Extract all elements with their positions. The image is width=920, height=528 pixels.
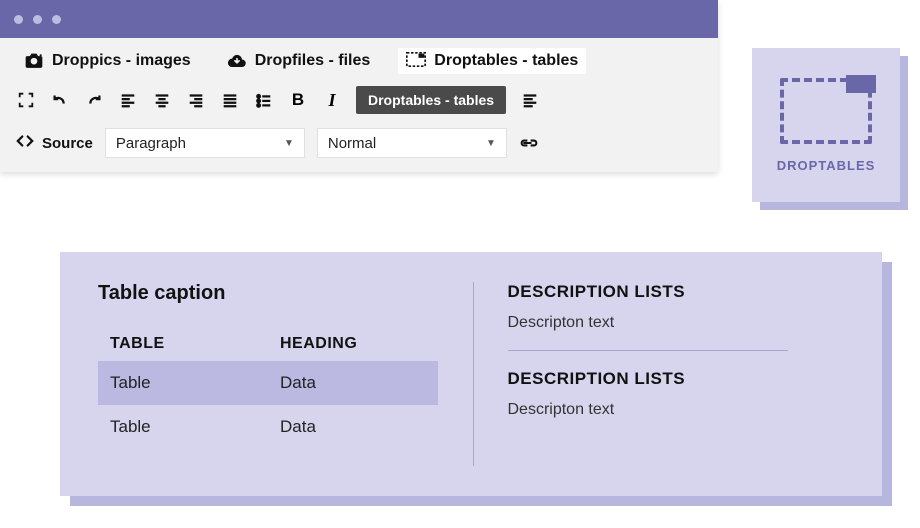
- table-caption: Table caption: [98, 282, 443, 305]
- table-header-cell: HEADING: [268, 327, 438, 361]
- font-weight-select[interactable]: Normal ▼: [317, 128, 507, 158]
- droptables-logo-icon: [780, 78, 872, 144]
- bullet-list-icon[interactable]: [254, 90, 274, 110]
- window-dot: [33, 15, 42, 24]
- align-justify-icon[interactable]: [220, 90, 240, 110]
- sidecard-label: DROPTABLES: [777, 158, 876, 173]
- cloud-download-icon: [227, 52, 247, 70]
- align-center-icon[interactable]: [152, 90, 172, 110]
- source-toggle[interactable]: Source: [16, 134, 93, 152]
- droptables-pill[interactable]: Droptables - tables: [356, 86, 506, 114]
- table-cell: Data: [268, 361, 438, 405]
- sidecard[interactable]: DROPTABLES: [752, 48, 900, 202]
- table-row: Table Data: [98, 361, 438, 405]
- droptables-icon: [406, 52, 426, 70]
- tab-label: Droppics - images: [52, 52, 191, 70]
- tab-label: Dropfiles - files: [255, 52, 371, 70]
- description-list-text: Descripton text: [508, 314, 853, 332]
- list-separator: [508, 350, 788, 351]
- tab-droppics[interactable]: Droppics - images: [16, 48, 199, 74]
- window-titlebar: [0, 0, 718, 38]
- plugin-tabs: Droppics - images Dropfiles - files Drop…: [0, 38, 718, 80]
- window-dot: [52, 15, 61, 24]
- align-right-icon[interactable]: [186, 90, 206, 110]
- table-head: TABLE HEADING: [98, 327, 438, 361]
- camera-icon: [24, 52, 44, 70]
- align-extra-icon[interactable]: [520, 90, 540, 110]
- tab-label: Droptables - tables: [434, 52, 578, 70]
- link-icon[interactable]: [519, 133, 539, 153]
- table-header-cell: TABLE: [98, 327, 268, 361]
- window-dot: [14, 15, 23, 24]
- select-value: Paragraph: [116, 135, 186, 152]
- editor-toolbar: B I Droptables - tables: [0, 80, 718, 120]
- italic-icon[interactable]: I: [322, 90, 342, 110]
- chevron-down-icon: ▼: [284, 138, 294, 149]
- panel-right: DESCRIPTION LISTS Descripton text DESCRI…: [474, 252, 883, 496]
- editor-second-row: Source Paragraph ▼ Normal ▼: [0, 120, 718, 172]
- editor-window: Droppics - images Dropfiles - files Drop…: [0, 0, 718, 172]
- description-list-title: DESCRIPTION LISTS: [508, 282, 853, 302]
- code-icon: [16, 134, 34, 152]
- source-label: Source: [42, 135, 93, 152]
- preview-panel: Table caption TABLE HEADING Table Data T…: [60, 252, 882, 496]
- align-left-icon[interactable]: [118, 90, 138, 110]
- redo-icon[interactable]: [84, 90, 104, 110]
- sample-table: TABLE HEADING Table Data Table Data: [98, 327, 438, 449]
- fullscreen-icon[interactable]: [16, 90, 36, 110]
- select-value: Normal: [328, 135, 376, 152]
- panel-left: Table caption TABLE HEADING Table Data T…: [60, 252, 473, 496]
- table-row: Table Data: [98, 405, 438, 449]
- paragraph-select[interactable]: Paragraph ▼: [105, 128, 305, 158]
- description-list-title: DESCRIPTION LISTS: [508, 369, 853, 389]
- droptables-sidecard: DROPTABLES: [752, 48, 900, 202]
- tab-dropfiles[interactable]: Dropfiles - files: [219, 48, 379, 74]
- tab-droptables[interactable]: Droptables - tables: [398, 48, 586, 74]
- table-cell: Table: [98, 405, 268, 449]
- chevron-down-icon: ▼: [486, 138, 496, 149]
- undo-icon[interactable]: [50, 90, 70, 110]
- table-cell: Table: [98, 361, 268, 405]
- description-list-text: Descripton text: [508, 401, 853, 419]
- bold-icon[interactable]: B: [288, 90, 308, 110]
- table-cell: Data: [268, 405, 438, 449]
